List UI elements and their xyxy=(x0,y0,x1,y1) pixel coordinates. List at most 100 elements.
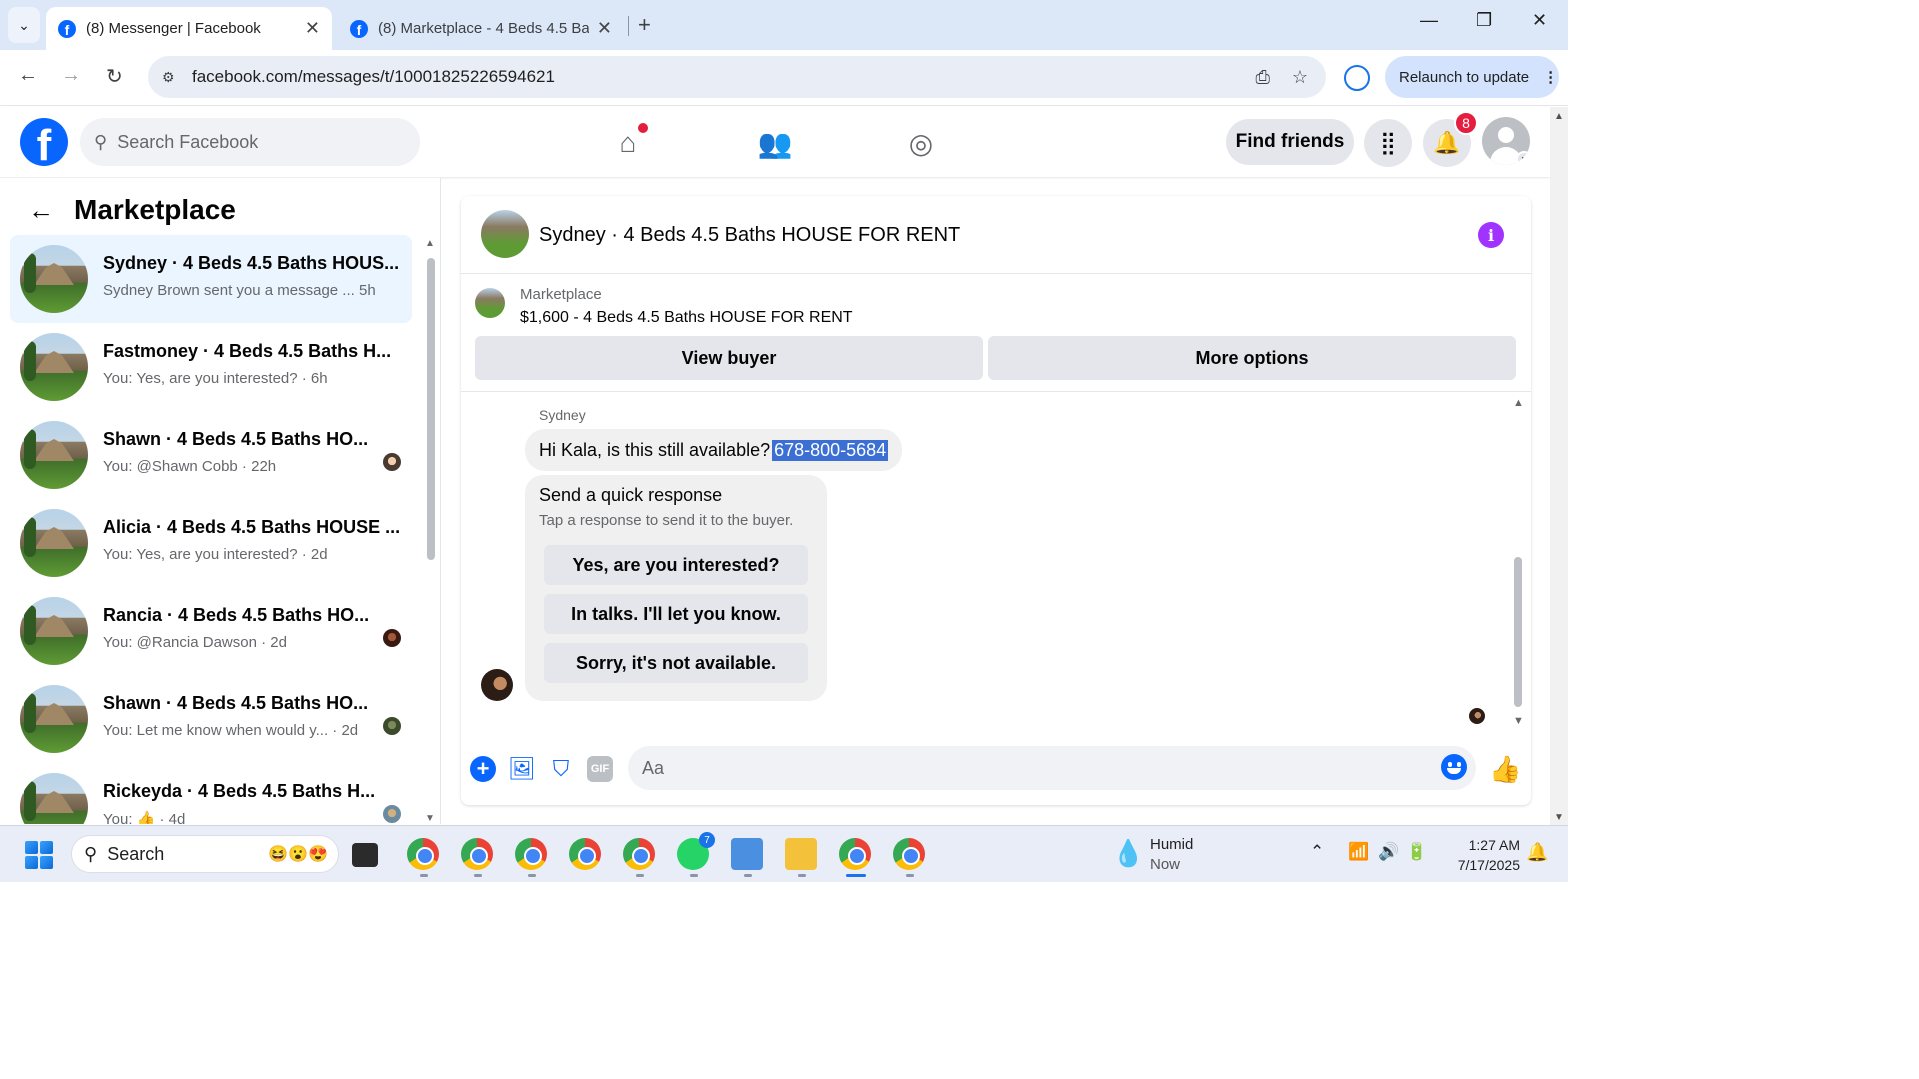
menu-grid-icon[interactable]: ⣿ xyxy=(1364,119,1412,167)
chat-header: Sydney · 4 Beds 4.5 Baths HOUSE FOR RENT… xyxy=(461,196,1531,274)
relaunch-button[interactable]: Relaunch to update ⋮ xyxy=(1385,56,1559,98)
conversation-preview: You: Yes, are you interested? · 2d xyxy=(103,546,328,563)
info-icon[interactable]: i xyxy=(1478,222,1504,248)
quick-response-subtitle: Tap a response to send it to the buyer. xyxy=(539,512,794,529)
scroll-up-icon[interactable]: ▲ xyxy=(425,238,435,249)
windows-start-icon[interactable] xyxy=(25,841,53,869)
conversation-item[interactable]: Fastmoney · 4 Beds 4.5 Baths H... You: Y… xyxy=(10,323,412,411)
running-indicator xyxy=(744,874,752,877)
address-bar[interactable]: ⚙ facebook.com/messages/t/10001825226594… xyxy=(148,56,1326,98)
clock[interactable]: 1:27 AM 7/17/2025 xyxy=(1440,835,1520,875)
chrome-app-icon[interactable] xyxy=(407,838,439,870)
friends-icon[interactable]: 👥 xyxy=(755,123,795,163)
file-explorer-icon[interactable] xyxy=(785,838,817,870)
sender-avatar[interactable] xyxy=(481,669,513,701)
scroll-down-icon[interactable]: ▼ xyxy=(1513,715,1524,727)
sidebar-scrollbar[interactable]: ▲ ▼ xyxy=(425,238,437,824)
message-input[interactable]: Aa xyxy=(628,746,1476,790)
more-options-button[interactable]: More options xyxy=(988,336,1516,380)
tab-marketplace[interactable]: f (8) Marketplace - 4 Beds 4.5 Bat ✕ xyxy=(338,7,624,50)
scroll-down-icon[interactable]: ▼ xyxy=(1554,812,1564,823)
conversation-item[interactable]: Shawn · 4 Beds 4.5 Baths HO... You: @Sha… xyxy=(10,411,412,499)
account-avatar[interactable]: ▾ xyxy=(1482,117,1530,165)
whatsapp-app-icon[interactable]: 7 xyxy=(677,832,715,870)
image-attach-icon[interactable]: 🖼 xyxy=(508,756,536,782)
task-view-icon[interactable] xyxy=(352,843,378,867)
conversation-name: Rickeyda · 4 Beds 4.5 Baths H... xyxy=(103,781,376,801)
quick-reply-button[interactable]: Yes, are you interested? xyxy=(544,545,808,585)
groups-icon[interactable]: ◎ xyxy=(901,123,941,163)
back-arrow-icon[interactable]: ← xyxy=(28,195,54,226)
view-buyer-button[interactable]: View buyer xyxy=(475,336,983,380)
bookmark-star-icon[interactable]: ☆ xyxy=(1292,67,1308,88)
listing-thumbnail[interactable] xyxy=(475,288,505,318)
conversation-item[interactable]: Sydney · 4 Beds 4.5 Baths HOUS... Sydney… xyxy=(10,235,412,323)
close-window-button[interactable]: ✕ xyxy=(1532,10,1547,31)
site-settings-icon[interactable]: ⚙ xyxy=(162,69,180,86)
quick-reply-button[interactable]: In talks. I'll let you know. xyxy=(544,594,808,634)
chrome-app-icon[interactable] xyxy=(515,838,547,870)
message-phone-selected[interactable]: 678-800-5684 xyxy=(772,439,889,461)
minimize-button[interactable]: — xyxy=(1420,10,1438,31)
browser-tab-bar: ⌄ f (8) Messenger | Facebook ✕ f (8) Mar… xyxy=(0,0,1568,50)
browser-profile-icon[interactable] xyxy=(1344,65,1370,91)
conversation-preview: Sydney Brown sent you a message ... 5h xyxy=(103,282,376,299)
chrome-app-icon[interactable] xyxy=(461,838,493,870)
message-text: Hi Kala, is this still available? xyxy=(539,439,771,460)
running-indicator xyxy=(420,874,428,877)
scroll-down-icon[interactable]: ▼ xyxy=(425,813,435,824)
marketplace-listing-card: Marketplace $1,600 - 4 Beds 4.5 Baths HO… xyxy=(461,274,1531,392)
scroll-up-icon[interactable]: ▲ xyxy=(1513,397,1524,409)
sticker-icon[interactable]: ⛉ xyxy=(548,756,574,782)
new-tab-button[interactable]: + xyxy=(638,12,651,38)
message-scrollbar[interactable]: ▲ ▼ xyxy=(1511,397,1525,727)
plus-icon[interactable]: + xyxy=(470,756,496,782)
forward-arrow-icon[interactable]: → xyxy=(61,64,81,87)
notification-badge: 8 xyxy=(1454,111,1478,135)
install-app-icon[interactable]: ⎙ xyxy=(1255,67,1269,88)
sidebar-title-text: Marketplace xyxy=(74,194,236,225)
tab-messenger[interactable]: f (8) Messenger | Facebook ✕ xyxy=(46,7,332,50)
listing-price-title[interactable]: $1,600 - 4 Beds 4.5 Baths HOUSE FOR RENT xyxy=(520,309,853,327)
conversation-item[interactable]: Shawn · 4 Beds 4.5 Baths HO... You: Let … xyxy=(10,675,412,763)
url-text[interactable]: facebook.com/messages/t/1000182522659462… xyxy=(192,67,1255,87)
close-tab-icon[interactable]: ✕ xyxy=(597,18,612,39)
reload-icon[interactable]: ↻ xyxy=(106,64,123,89)
thumbs-up-icon[interactable]: 👍 xyxy=(1489,754,1521,785)
conversation-item[interactable]: Rickeyda · 4 Beds 4.5 Baths H... You: 👍 … xyxy=(10,763,412,824)
find-friends-button[interactable]: Find friends xyxy=(1226,119,1354,165)
facebook-logo-icon[interactable]: f xyxy=(20,118,68,166)
wifi-icon[interactable]: 📶 xyxy=(1348,842,1369,862)
browser-menu-icon[interactable]: ⋮ xyxy=(1543,68,1558,86)
battery-icon[interactable]: 🔋 xyxy=(1406,842,1427,862)
restore-button[interactable]: ❐ xyxy=(1476,10,1492,31)
conversation-item[interactable]: Rancia · 4 Beds 4.5 Baths HO... You: @Ra… xyxy=(10,587,412,675)
chrome-app-icon[interactable] xyxy=(893,838,925,870)
emoji-icon[interactable] xyxy=(1441,754,1467,780)
back-arrow-icon[interactable]: ← xyxy=(18,64,38,87)
volume-icon[interactable]: 🔊 xyxy=(1378,842,1399,862)
running-indicator xyxy=(690,874,698,877)
notification-bell-icon[interactable]: 🔔 xyxy=(1526,842,1548,863)
chrome-app-icon[interactable] xyxy=(569,838,601,870)
facebook-search-input[interactable]: ⚲ Search Facebook xyxy=(80,118,420,166)
tab-search-button[interactable]: ⌄ xyxy=(8,7,40,43)
listing-thumbnail xyxy=(20,597,88,665)
scrollbar-thumb[interactable] xyxy=(427,258,435,560)
water-drop-icon: 💧 xyxy=(1112,838,1145,868)
listing-avatar[interactable] xyxy=(481,210,529,258)
taskbar-search-input[interactable]: ⚲ Search 😆😮😍 xyxy=(71,835,339,873)
notepad-app-icon[interactable] xyxy=(731,838,763,870)
quick-reply-button[interactable]: Sorry, it's not available. xyxy=(544,643,808,683)
incoming-message-bubble[interactable]: Hi Kala, is this still available? 678-800… xyxy=(525,429,903,471)
gif-icon[interactable]: GIF xyxy=(587,756,613,782)
chat-title[interactable]: Sydney · 4 Beds 4.5 Baths HOUSE FOR RENT xyxy=(539,224,960,247)
scrollbar-thumb[interactable] xyxy=(1514,557,1522,707)
page-scrollbar[interactable]: ▲ ▼ xyxy=(1550,107,1568,825)
scroll-up-icon[interactable]: ▲ xyxy=(1554,111,1564,122)
chrome-app-icon[interactable] xyxy=(623,838,655,870)
close-tab-icon[interactable]: ✕ xyxy=(305,18,320,39)
conversation-item[interactable]: Alicia · 4 Beds 4.5 Baths HOUSE ... You:… xyxy=(10,499,412,587)
chrome-app-icon[interactable] xyxy=(839,838,871,870)
chevron-up-icon[interactable]: ⌃ xyxy=(1310,842,1324,862)
